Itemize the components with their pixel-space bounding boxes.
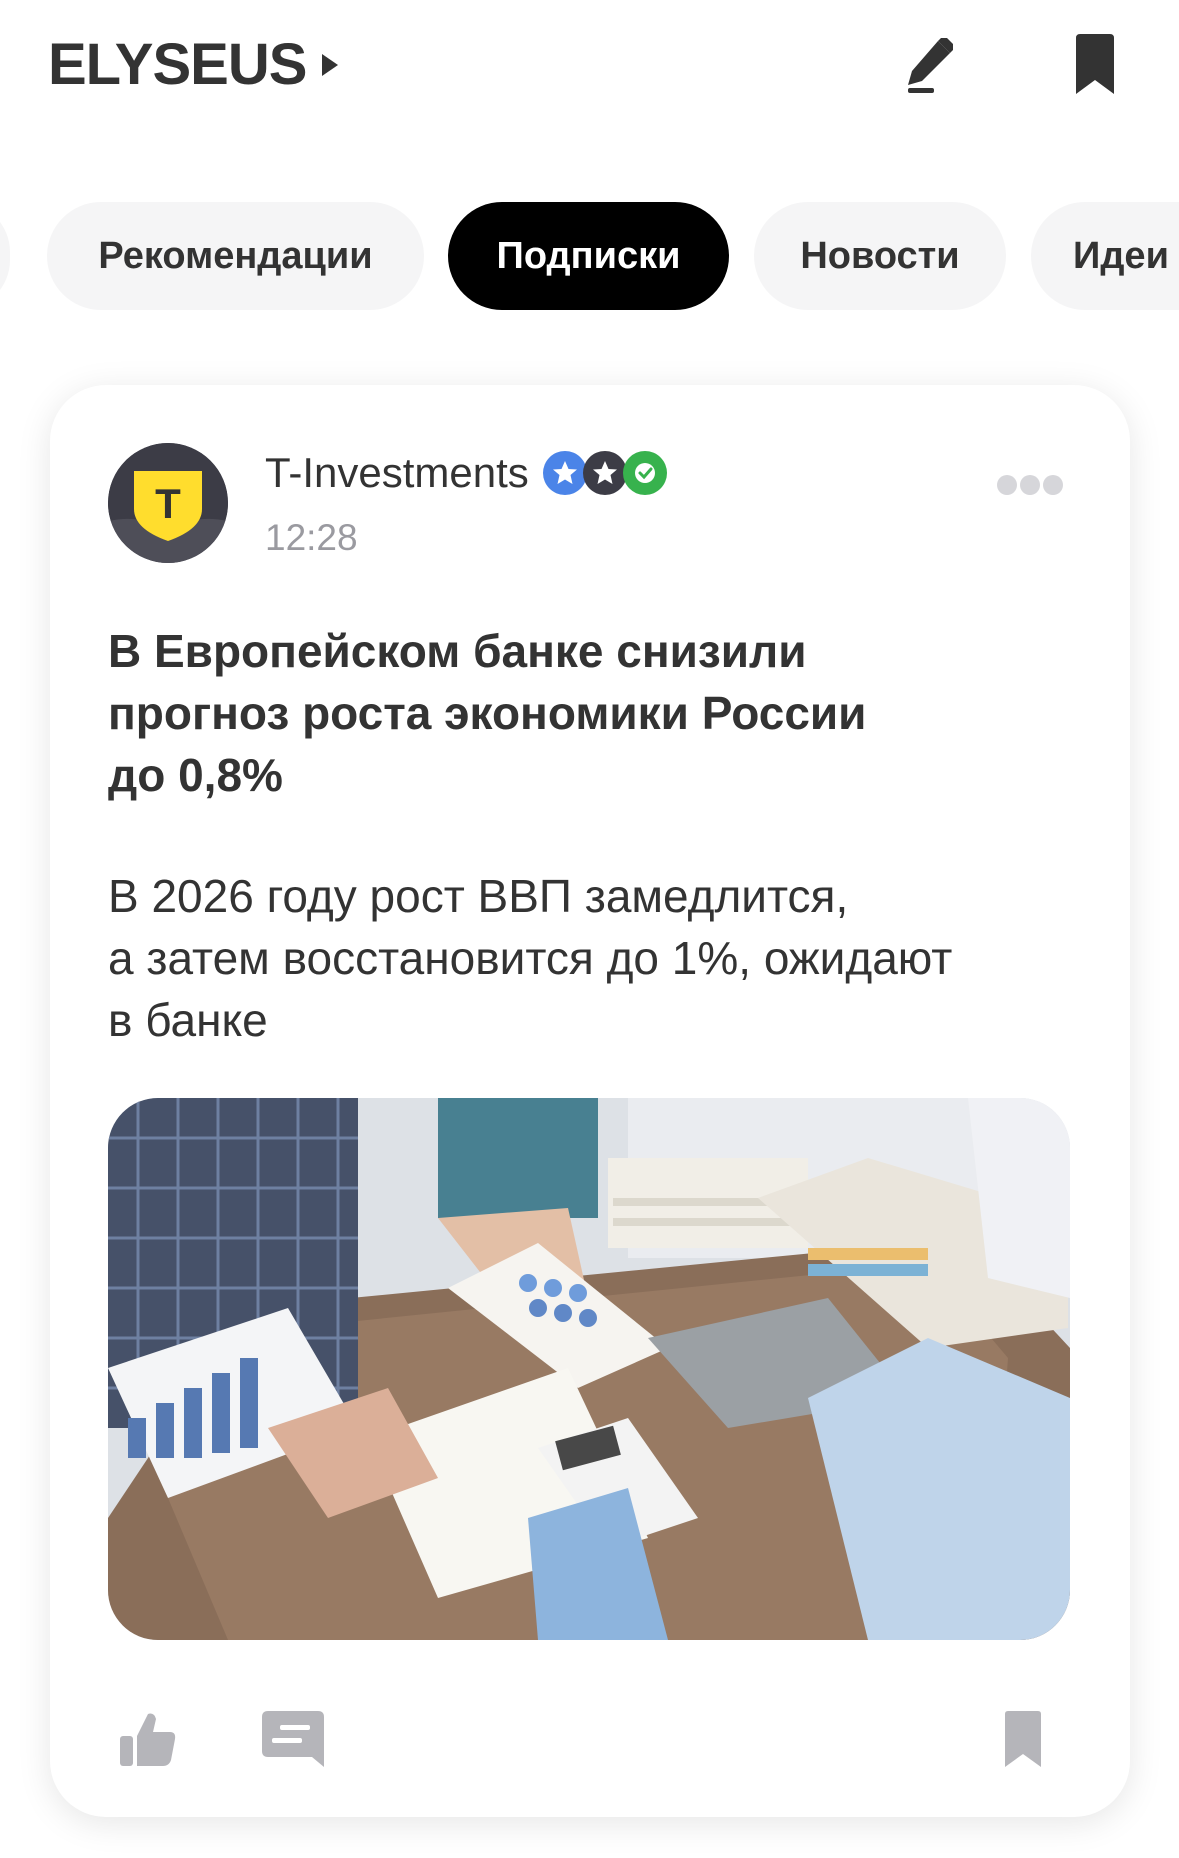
bookmarks-button[interactable]: [1060, 30, 1130, 100]
author-row: T-Investments: [265, 447, 667, 499]
post-card: T T-Investments 12:28 В Европейском банк…: [50, 385, 1130, 1817]
tab-subscriptions[interactable]: Подписки: [448, 202, 729, 310]
pencil-icon: [908, 38, 953, 93]
comment-icon: [262, 1711, 324, 1767]
author-badges: [542, 451, 667, 495]
triangle-right-icon: [322, 54, 339, 76]
post-image[interactable]: [108, 1098, 1070, 1640]
post-body: В 2026 году рост ВВП замедлится, а затем…: [108, 865, 1088, 1051]
tab-label: Рекомендации: [98, 234, 373, 277]
post-actions: [50, 1685, 1130, 1795]
body-line: а затем восстановится до 1%, ожидают: [108, 932, 953, 984]
brand-switcher[interactable]: ELYSEUS: [48, 30, 339, 100]
tab-label: Идеи: [1073, 234, 1169, 277]
author-name[interactable]: T-Investments: [265, 447, 529, 499]
save-post-button[interactable]: [978, 1685, 1068, 1795]
feed-tabs: Рекомендации Подписки Новости Идеи: [0, 202, 1179, 312]
comment-button[interactable]: [248, 1685, 338, 1795]
avatar[interactable]: T: [108, 443, 228, 563]
headline-line: В Европейском банке снизили: [108, 625, 807, 677]
office-meeting-photo: [108, 1098, 1070, 1640]
post-time: 12:28: [265, 517, 358, 558]
like-icon: [120, 1713, 176, 1766]
body-line: В 2026 году рост ВВП замедлится,: [108, 870, 849, 922]
like-button[interactable]: [103, 1685, 193, 1795]
headline-line: до 0,8%: [108, 749, 283, 801]
body-line: в банке: [108, 994, 268, 1046]
tab-label: Новости: [800, 234, 960, 277]
edit-button[interactable]: [895, 30, 965, 100]
post-headline: В Европейском банке снизили прогноз рост…: [108, 620, 1068, 806]
more-dots-icon: [997, 475, 1063, 495]
brand-shield-logo: T: [108, 443, 228, 563]
verified-check-icon: [622, 451, 667, 495]
svg-text:T: T: [155, 480, 181, 527]
star-badge-icon: [582, 451, 627, 495]
brand-name: ELYSEUS: [48, 32, 307, 97]
star-badge-icon: [542, 451, 587, 495]
app-header: ELYSEUS: [0, 0, 1179, 140]
tab-label: Подписки: [496, 234, 681, 277]
tab-news[interactable]: Новости: [754, 202, 1006, 310]
bookmark-icon: [1005, 1711, 1041, 1767]
tab-partial-left[interactable]: [0, 202, 10, 310]
tab-recommendations[interactable]: Рекомендации: [47, 202, 424, 310]
headline-line: прогноз роста экономики России: [108, 687, 867, 739]
more-options-button[interactable]: [990, 465, 1070, 505]
bookmark-icon: [1076, 34, 1114, 94]
tab-ideas[interactable]: Идеи: [1031, 202, 1179, 310]
